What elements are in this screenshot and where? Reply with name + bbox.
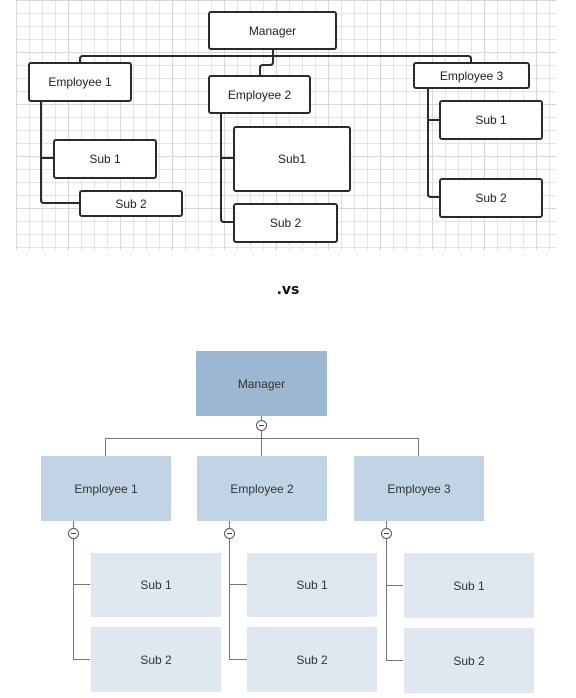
node-label: Employee 1 [74, 481, 138, 496]
node-label: Sub 1 [140, 578, 172, 592]
minus-circle-icon[interactable] [68, 528, 79, 539]
node-label: Sub1 [277, 152, 307, 166]
bottom-employee-2-sub-1-node[interactable]: Sub 1 [247, 553, 377, 617]
top-employee-1-node[interactable]: Employee 1 [28, 62, 132, 102]
vs-separator-label: .vs [276, 282, 300, 298]
node-label: Sub 2 [453, 653, 485, 668]
node-label: Employee 2 [230, 481, 294, 496]
node-label: Sub 2 [296, 652, 328, 667]
minus-circle-icon[interactable] [381, 528, 392, 539]
node-label: Employee 3 [439, 68, 504, 83]
minus-circle-icon[interactable] [256, 420, 267, 431]
top-employee-2-node[interactable]: Employee 2 [208, 75, 311, 114]
top-employee-3-sub-1-node[interactable]: Sub 1 [439, 100, 543, 140]
node-label: Manager [237, 376, 286, 391]
bottom-employee-1-sub-2-node[interactable]: Sub 2 [91, 627, 221, 692]
top-manager-node[interactable]: Manager [208, 11, 337, 50]
bottom-manager-node[interactable]: Manager [196, 351, 327, 416]
top-employee-3-sub-2-node[interactable]: Sub 2 [439, 178, 543, 218]
top-employee-2-sub-2-node[interactable]: Sub 2 [233, 203, 338, 243]
node-label: Employee 3 [387, 481, 451, 496]
connector-bus-employee-2 [259, 56, 274, 75]
bottom-employee-2-sub-2-node[interactable]: Sub 2 [247, 627, 377, 692]
top-employee-3-node[interactable]: Employee 3 [413, 62, 530, 89]
bottom-employee-1-sub-1-node[interactable]: Sub 1 [91, 553, 221, 617]
node-label: Sub 1 [453, 578, 485, 593]
connector-employee-1-children [73, 521, 90, 660]
top-employee-1-sub-1-node[interactable]: Sub 1 [53, 139, 157, 179]
connector-employee-2-children [229, 521, 247, 660]
bottom-employee-1-node[interactable]: Employee 1 [41, 456, 171, 521]
node-label: Sub 2 [115, 196, 147, 211]
bottom-employee-3-sub-1-node[interactable]: Sub 1 [404, 553, 534, 618]
top-employee-2-sub-1-node[interactable]: Sub1 [233, 126, 351, 192]
minus-circle-icon[interactable] [224, 528, 235, 539]
node-label: Sub 1 [296, 578, 328, 592]
connector-employee-3-children [386, 521, 403, 661]
top-employee-1-sub-2-node[interactable]: Sub 2 [79, 190, 183, 217]
node-label: Sub 2 [269, 216, 302, 230]
node-label: Manager [248, 23, 297, 38]
bottom-employee-2-node[interactable]: Employee 2 [197, 456, 327, 521]
node-label: Employee 2 [227, 87, 292, 102]
bottom-employee-3-node[interactable]: Employee 3 [354, 456, 484, 521]
node-label: Sub 2 [140, 652, 172, 667]
bottom-employee-3-sub-2-node[interactable]: Sub 2 [404, 628, 534, 693]
node-label: Sub 1 [475, 113, 507, 127]
node-label: Employee 1 [48, 75, 112, 89]
node-label: Sub 1 [89, 152, 121, 166]
node-label: Sub 2 [475, 191, 507, 205]
